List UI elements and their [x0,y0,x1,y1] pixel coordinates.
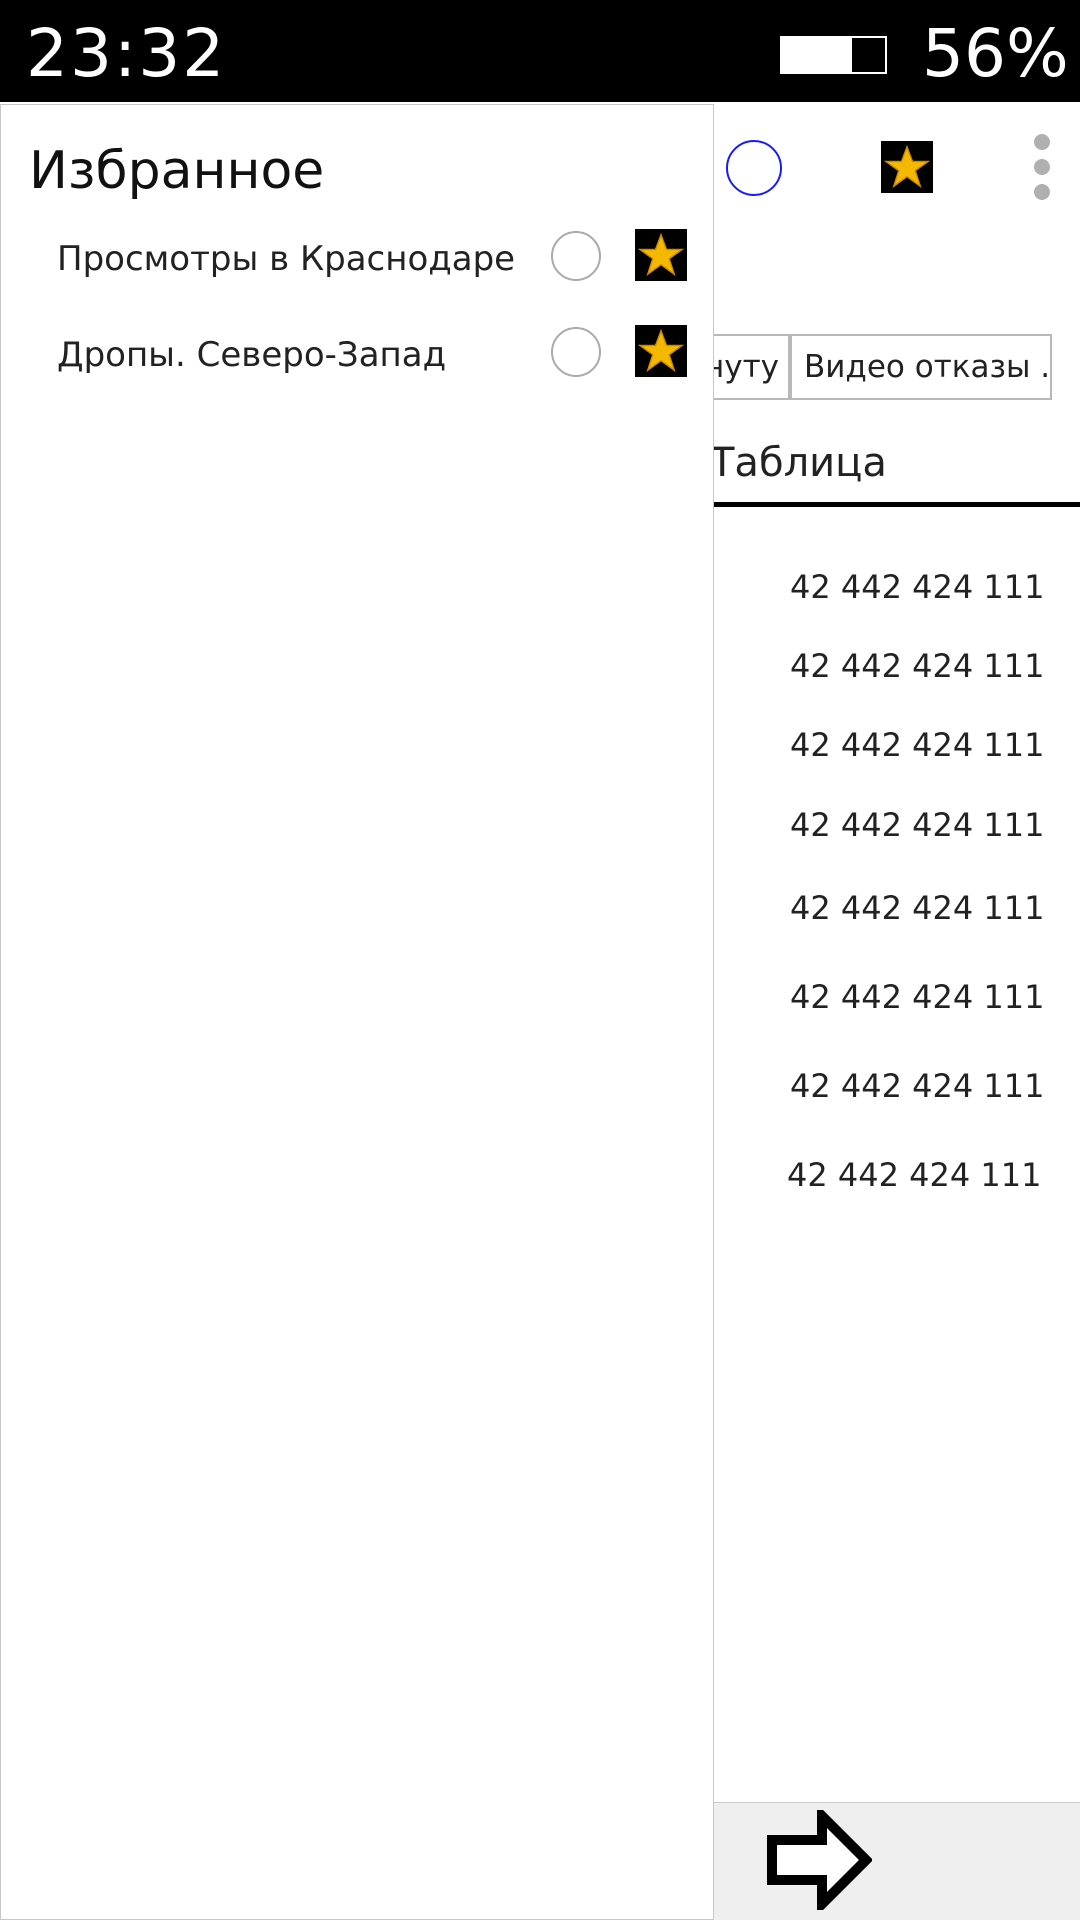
drawer-title: Избранное [29,141,325,201]
star-icon[interactable] [635,325,687,377]
more-vert-icon[interactable] [1032,134,1052,200]
star-icon[interactable] [635,229,687,281]
favorite-item-label: Просмотры в Краснодаре [57,239,516,279]
arrow-right-icon[interactable] [766,1810,872,1910]
circle-icon[interactable] [726,140,782,196]
battery-icon [780,36,887,74]
battery-percent: 56% [922,15,1069,92]
tab-table[interactable]: Таблица [710,440,887,486]
favorite-item[interactable]: Дропы. Северо-Запад [1,317,715,397]
table-value: 42 442 424 111 [790,647,1045,685]
table-value: 42 442 424 111 [790,978,1045,1016]
tab-indicator [700,502,1080,507]
table-value: 42 442 424 111 [790,568,1045,606]
star-icon[interactable] [881,141,933,193]
status-bar: 23:32 56% [0,0,1080,102]
circle-icon[interactable] [551,327,601,377]
table-value: 42 442 424 111 [790,806,1045,844]
favorite-item-label: Дропы. Северо-Запад [57,335,447,375]
circle-icon[interactable] [551,231,601,281]
table-value: 42 442 424 111 [790,726,1045,764]
favorites-drawer: Избранное Просмотры в Краснодаре Дропы. … [0,104,714,1920]
status-time: 23:32 [26,15,227,92]
favorite-item[interactable]: Просмотры в Краснодаре [1,221,715,301]
filter-chip[interactable]: Видео отказы ... [790,334,1052,400]
table-value: 42 442 424 111 [787,1156,1042,1194]
table-value: 42 442 424 111 [790,889,1045,927]
bottom-bar [700,1802,1080,1920]
table-value: 42 442 424 111 [790,1067,1045,1105]
